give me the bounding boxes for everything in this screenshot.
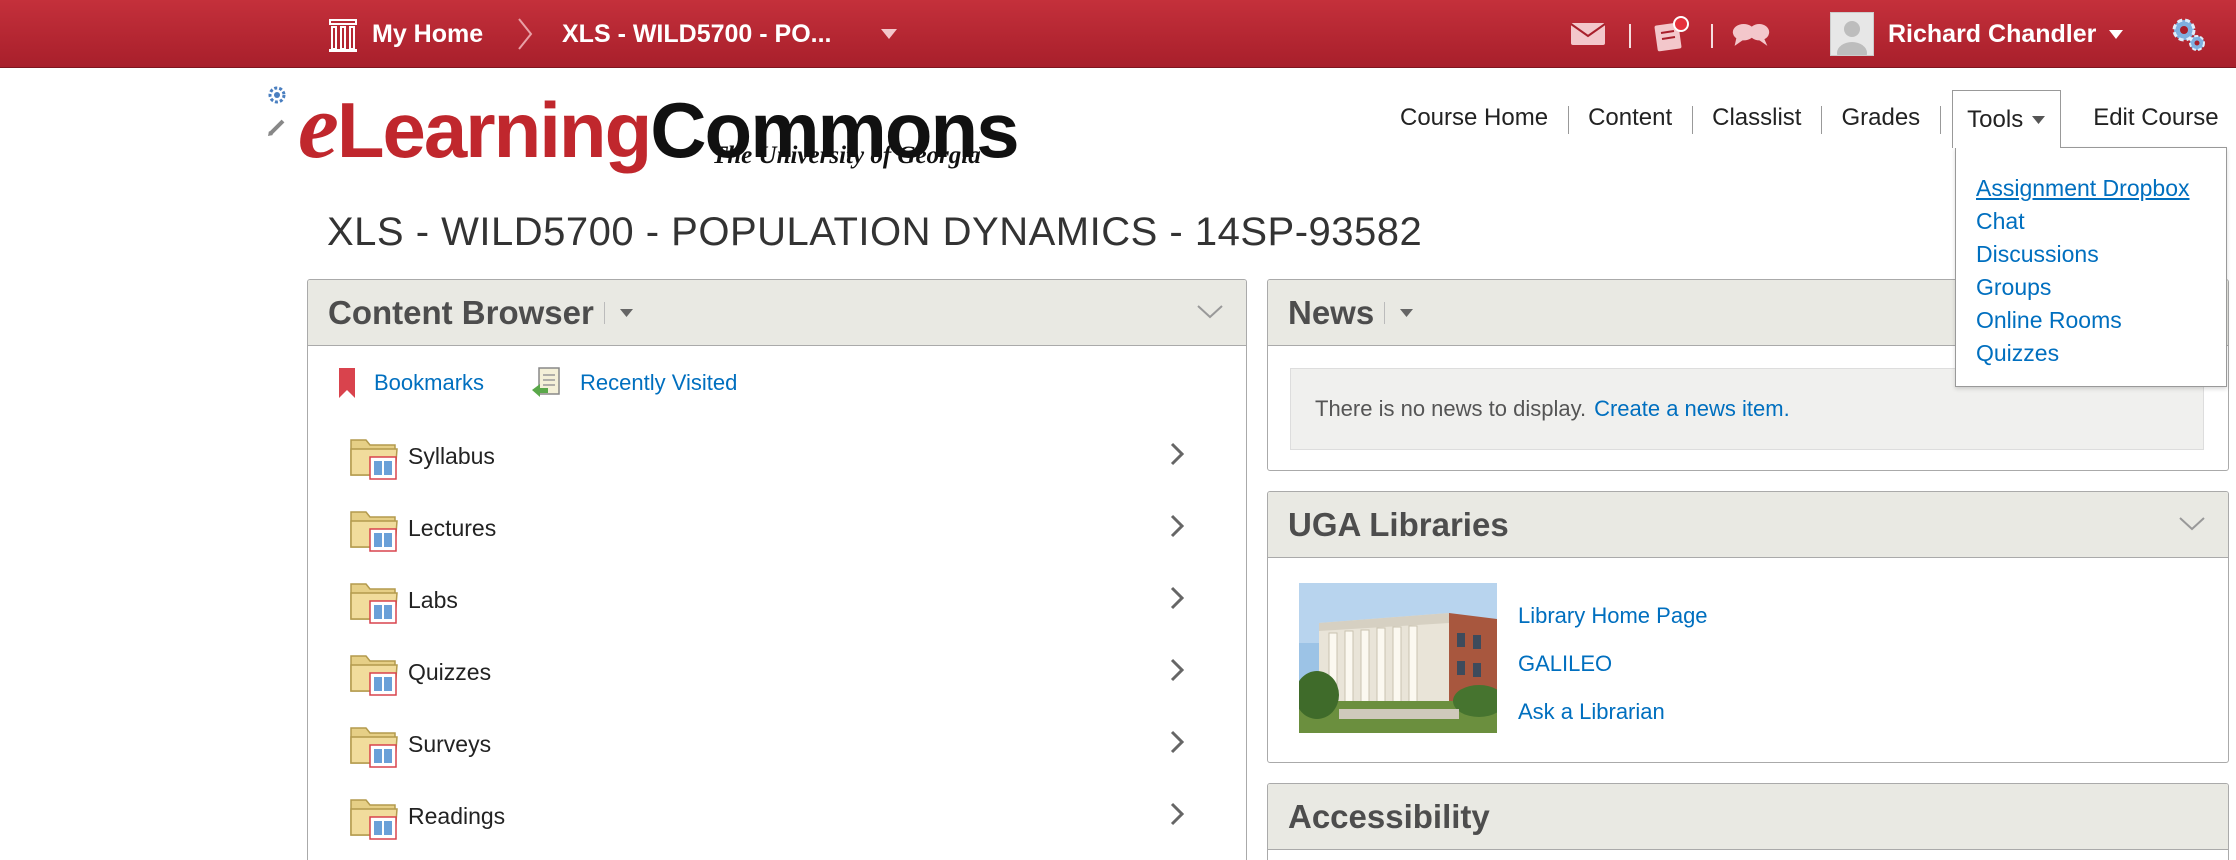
list-item[interactable]: Quizzes xyxy=(348,636,1188,708)
list-item-label: Syllabus xyxy=(408,442,495,469)
widget-menu-button[interactable] xyxy=(1384,301,1414,324)
bookmarks-link[interactable]: Bookmarks xyxy=(338,367,484,399)
course-selector-label: XLS - WILD5700 - PO... xyxy=(562,19,832,48)
caret-down-icon xyxy=(2109,29,2124,39)
settings-icon[interactable] xyxy=(266,84,288,106)
widget-menu-button[interactable] xyxy=(603,301,634,324)
menu-item-groups[interactable]: Groups xyxy=(1976,271,2226,304)
widget-header: UGA Libraries xyxy=(1268,492,2228,558)
chat-icon[interactable] xyxy=(1731,14,1771,54)
widget-title: News xyxy=(1288,293,1375,331)
chevron-right-icon xyxy=(1170,802,1184,826)
chevron-right-icon xyxy=(1170,442,1184,466)
nav-edit-course[interactable]: Edit Course xyxy=(2073,90,2236,146)
widget-title: Content Browser xyxy=(328,293,594,331)
updates-icon[interactable] xyxy=(1651,14,1691,54)
uga-libraries-widget: UGA Libraries Library Home Page GALILEO … xyxy=(1267,491,2229,763)
chevron-right-icon xyxy=(1170,514,1184,538)
folder-icon xyxy=(350,439,398,480)
nav-tools-label: Tools xyxy=(1967,105,2024,133)
widget-title: Accessibility xyxy=(1288,797,1490,835)
logo-e: e xyxy=(298,75,339,177)
widget-header: Content Browser xyxy=(308,280,1246,346)
home-icon xyxy=(329,19,357,52)
page-title: XLS - WILD5700 - POPULATION DYNAMICS - 1… xyxy=(327,210,1423,254)
widget-header: Accessibility xyxy=(1268,784,2228,850)
nav-course-home[interactable]: Course Home xyxy=(1380,90,1568,146)
chevron-right-icon xyxy=(1170,586,1184,610)
bookmarks-label: Bookmarks xyxy=(374,370,485,395)
list-item[interactable]: Surveys xyxy=(348,708,1188,780)
course-selector[interactable]: XLS - WILD5700 - PO... xyxy=(562,0,832,68)
caret-down-icon[interactable] xyxy=(880,0,898,68)
list-item[interactable]: Syllabus xyxy=(348,420,1188,492)
menu-item-online-rooms[interactable]: Online Rooms xyxy=(1976,304,2226,337)
caret-down-icon xyxy=(619,308,633,317)
recently-visited-icon xyxy=(530,366,562,400)
news-empty-text: There is no news to display. xyxy=(1315,396,1587,421)
chevron-right-icon xyxy=(1170,658,1184,682)
list-item-label: Surveys xyxy=(408,730,492,757)
library-home-page-link[interactable]: Library Home Page xyxy=(1518,592,1708,640)
user-menu[interactable]: Richard Chandler xyxy=(1830,0,2124,68)
folder-icon xyxy=(350,655,398,696)
ask-a-librarian-link[interactable]: Ask a Librarian xyxy=(1518,688,1708,736)
divider xyxy=(1629,24,1631,48)
nav-grades[interactable]: Grades xyxy=(1821,90,1940,146)
menu-item-discussions[interactable]: Discussions xyxy=(1976,238,2226,271)
message-icon[interactable] xyxy=(1568,14,1608,54)
nav-classlist[interactable]: Classlist xyxy=(1692,90,1821,146)
menu-item-assignment-dropbox[interactable]: Assignment Dropbox xyxy=(1976,172,2226,205)
folder-icon xyxy=(350,583,398,624)
widget-title: UGA Libraries xyxy=(1288,505,1509,543)
menu-item-quizzes[interactable]: Quizzes xyxy=(1976,337,2226,370)
top-navbar: My Home XLS - WILD5700 - PO... Richard C… xyxy=(0,0,2236,68)
collapse-chevron-icon[interactable] xyxy=(1196,302,1224,320)
my-home-label: My Home xyxy=(372,19,484,48)
list-item[interactable]: Labs xyxy=(348,564,1188,636)
gear-icon[interactable] xyxy=(2168,14,2208,54)
logo-subtitle: The University of Georgia xyxy=(712,142,981,169)
collapse-chevron-icon[interactable] xyxy=(2178,514,2206,532)
list-item[interactable]: Readings xyxy=(348,780,1188,852)
caret-down-icon xyxy=(2032,115,2046,124)
content-browser-widget: Content Browser Bookmarks Recently Visit… xyxy=(307,279,1247,860)
chevron-right-icon xyxy=(516,0,534,68)
pencil-icon[interactable] xyxy=(266,116,288,138)
library-links: Library Home Page GALILEO Ask a Libraria… xyxy=(1518,592,1708,736)
content-module-list: Syllabus Lectures Labs Quizzes Surveys R… xyxy=(348,420,1188,852)
header-edit-tools xyxy=(266,84,288,138)
user-name: Richard Chandler xyxy=(1888,19,2097,48)
caret-down-icon xyxy=(1400,308,1414,317)
accessibility-widget: Accessibility xyxy=(1267,783,2229,860)
folder-icon xyxy=(350,727,398,768)
list-item-label: Quizzes xyxy=(408,658,492,685)
logo-learning: Learning xyxy=(336,86,652,174)
divider xyxy=(1711,24,1713,48)
recently-visited-link[interactable]: Recently Visited xyxy=(530,366,737,400)
bookmark-icon xyxy=(338,367,356,399)
course-navbar: Course Home Content Classlist Grades Too… xyxy=(1380,90,2236,148)
content-quick-links: Bookmarks Recently Visited xyxy=(338,366,783,400)
folder-icon xyxy=(350,799,398,840)
nav-tools[interactable]: Tools xyxy=(1952,90,2062,148)
my-home-link[interactable]: My Home xyxy=(328,0,483,68)
library-building-image xyxy=(1299,583,1497,733)
tools-dropdown-menu: Assignment Dropbox Chat Discussions Grou… xyxy=(1955,147,2227,387)
list-item[interactable]: Lectures xyxy=(348,492,1188,564)
galileo-link[interactable]: GALILEO xyxy=(1518,640,1708,688)
list-item-label: Readings xyxy=(408,802,506,829)
recently-visited-label: Recently Visited xyxy=(580,370,738,395)
create-news-link[interactable]: Create a news item. xyxy=(1594,396,1790,422)
avatar xyxy=(1830,12,1874,56)
list-item-label: Labs xyxy=(408,586,458,613)
chevron-right-icon xyxy=(1170,730,1184,754)
nav-content[interactable]: Content xyxy=(1568,90,1692,146)
folder-icon xyxy=(350,511,398,552)
elearning-commons-logo[interactable]: eLearningCommons The University of Georg… xyxy=(298,80,1020,182)
menu-item-chat[interactable]: Chat xyxy=(1976,205,2226,238)
list-item-label: Lectures xyxy=(408,514,497,541)
